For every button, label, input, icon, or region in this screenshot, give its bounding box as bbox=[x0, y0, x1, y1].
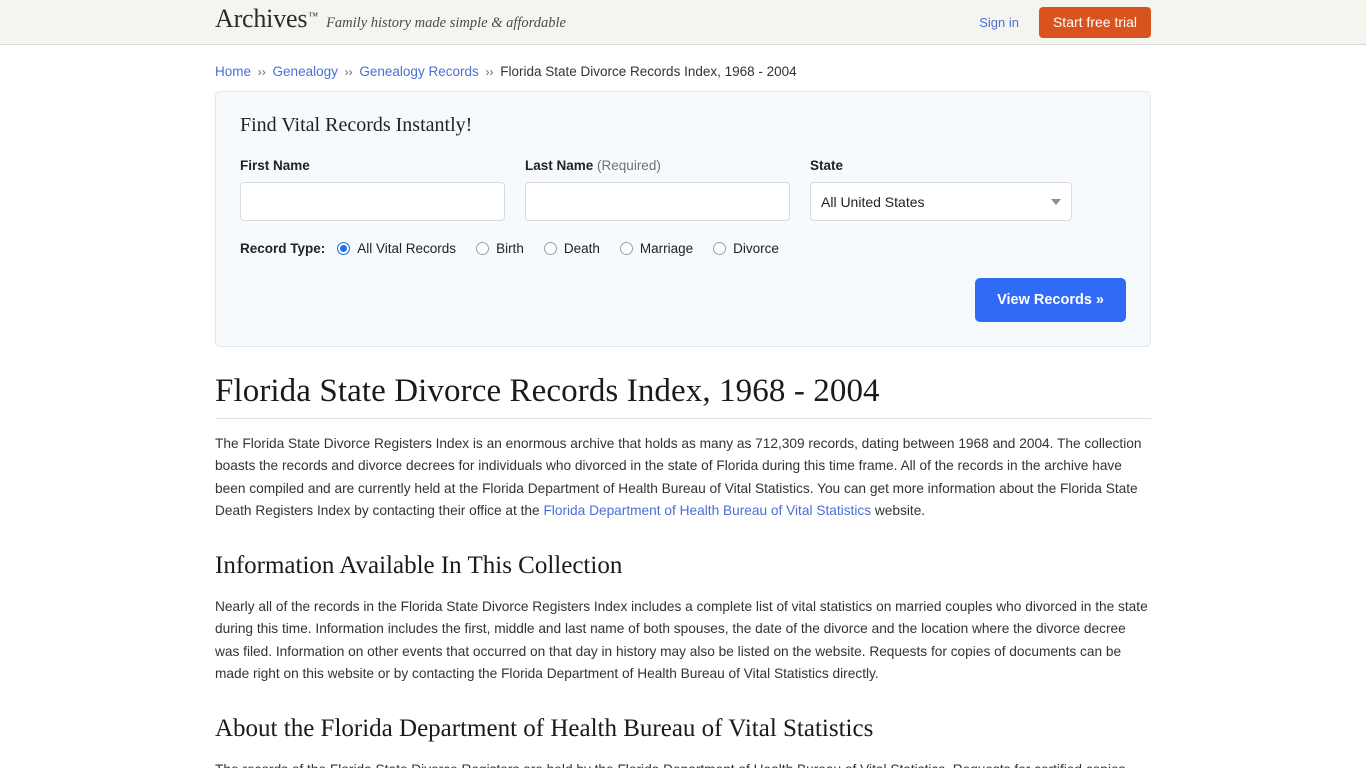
radio-all-vital-records[interactable]: All Vital Records bbox=[337, 241, 456, 256]
page-container: Home ›› Genealogy ›› Genealogy Records ›… bbox=[215, 45, 1151, 768]
state-select-wrap: All United States bbox=[810, 182, 1072, 221]
radio-marriage[interactable]: Marriage bbox=[619, 241, 694, 256]
radio-death[interactable]: Death bbox=[543, 241, 600, 256]
vital-records-search-panel: Find Vital Records Instantly! First Name… bbox=[215, 91, 1151, 347]
breadcrumb-item-genealogy-records[interactable]: Genealogy Records bbox=[359, 64, 478, 79]
intro-paragraph: The Florida State Divorce Registers Inde… bbox=[215, 433, 1151, 522]
breadcrumb-item-home[interactable]: Home bbox=[215, 64, 251, 79]
last-name-label: Last Name (Required) bbox=[525, 158, 790, 173]
title-divider bbox=[215, 418, 1151, 419]
radio-button-icon[interactable] bbox=[543, 242, 557, 255]
record-type-label: Record Type: bbox=[240, 241, 326, 256]
section-title-information-available: Information Available In This Collection bbox=[215, 552, 623, 580]
brand-tagline: Family history made simple & affordable bbox=[326, 15, 566, 31]
trademark-icon: ™ bbox=[308, 11, 319, 22]
view-records-button[interactable]: View Records » bbox=[975, 278, 1126, 322]
breadcrumb-separator-icon: ›› bbox=[257, 65, 266, 79]
section-body-about-department: The records of the Florida State Divorce… bbox=[215, 759, 1151, 768]
vital-statistics-link[interactable]: Florida Department of Health Bureau of V… bbox=[543, 503, 871, 518]
submit-row: View Records » bbox=[240, 278, 1126, 322]
header-inner: Archives ™ Family history made simple & a… bbox=[215, 0, 1151, 45]
record-type-group: Record Type: All Vital Records Birth Dea… bbox=[240, 241, 1126, 256]
search-fields-row: First Name Last Name (Required) State Al… bbox=[240, 158, 1126, 221]
breadcrumb-separator-icon: ›› bbox=[344, 65, 353, 79]
brand-name: Archives bbox=[215, 4, 308, 33]
last-name-label-text: Last Name bbox=[525, 158, 594, 173]
radio-button-icon[interactable] bbox=[619, 242, 633, 255]
header-actions: Sign in Start free trial bbox=[979, 0, 1151, 45]
section-title-about-department: About the Florida Department of Health B… bbox=[215, 715, 874, 743]
radio-label-all-vital-records: All Vital Records bbox=[357, 241, 457, 256]
section-body-information-available: Nearly all of the records in the Florida… bbox=[215, 599, 1148, 682]
last-name-field-group: Last Name (Required) bbox=[525, 158, 790, 221]
site-logo[interactable]: Archives ™ Family history made simple & a… bbox=[215, 4, 566, 34]
first-name-input[interactable] bbox=[240, 182, 505, 221]
radio-button-icon[interactable] bbox=[713, 242, 727, 255]
state-selected-value: All United States bbox=[821, 193, 925, 210]
radio-label-death: Death bbox=[563, 241, 600, 256]
sign-in-link[interactable]: Sign in bbox=[979, 15, 1019, 30]
breadcrumb-item-current: Florida State Divorce Records Index, 196… bbox=[500, 64, 797, 79]
first-name-field-group: First Name bbox=[240, 158, 505, 221]
radio-label-divorce: Divorce bbox=[733, 241, 779, 256]
radio-birth[interactable]: Birth bbox=[476, 241, 524, 256]
radio-label-marriage: Marriage bbox=[639, 241, 694, 256]
radio-label-birth: Birth bbox=[496, 241, 524, 256]
page-title: Florida State Divorce Records Index, 196… bbox=[215, 373, 880, 409]
intro-text-part2: website. bbox=[871, 502, 926, 518]
breadcrumb: Home ›› Genealogy ›› Genealogy Records ›… bbox=[215, 45, 1151, 91]
first-name-label: First Name bbox=[240, 158, 310, 173]
radio-divorce[interactable]: Divorce bbox=[713, 241, 779, 256]
last-name-input[interactable] bbox=[525, 182, 790, 221]
last-name-required-note: (Required) bbox=[597, 158, 661, 173]
radio-button-icon[interactable] bbox=[337, 242, 351, 255]
state-field-group: State All United States bbox=[810, 158, 1072, 221]
state-select[interactable]: All United States bbox=[810, 182, 1072, 221]
state-label: State bbox=[810, 158, 844, 173]
breadcrumb-separator-icon: ›› bbox=[485, 65, 494, 79]
search-panel-title: Find Vital Records Instantly! bbox=[240, 114, 473, 136]
radio-button-icon[interactable] bbox=[476, 242, 490, 255]
site-header: Archives ™ Family history made simple & a… bbox=[0, 0, 1366, 45]
breadcrumb-item-genealogy[interactable]: Genealogy bbox=[273, 64, 338, 79]
start-free-trial-button[interactable]: Start free trial bbox=[1038, 7, 1151, 38]
